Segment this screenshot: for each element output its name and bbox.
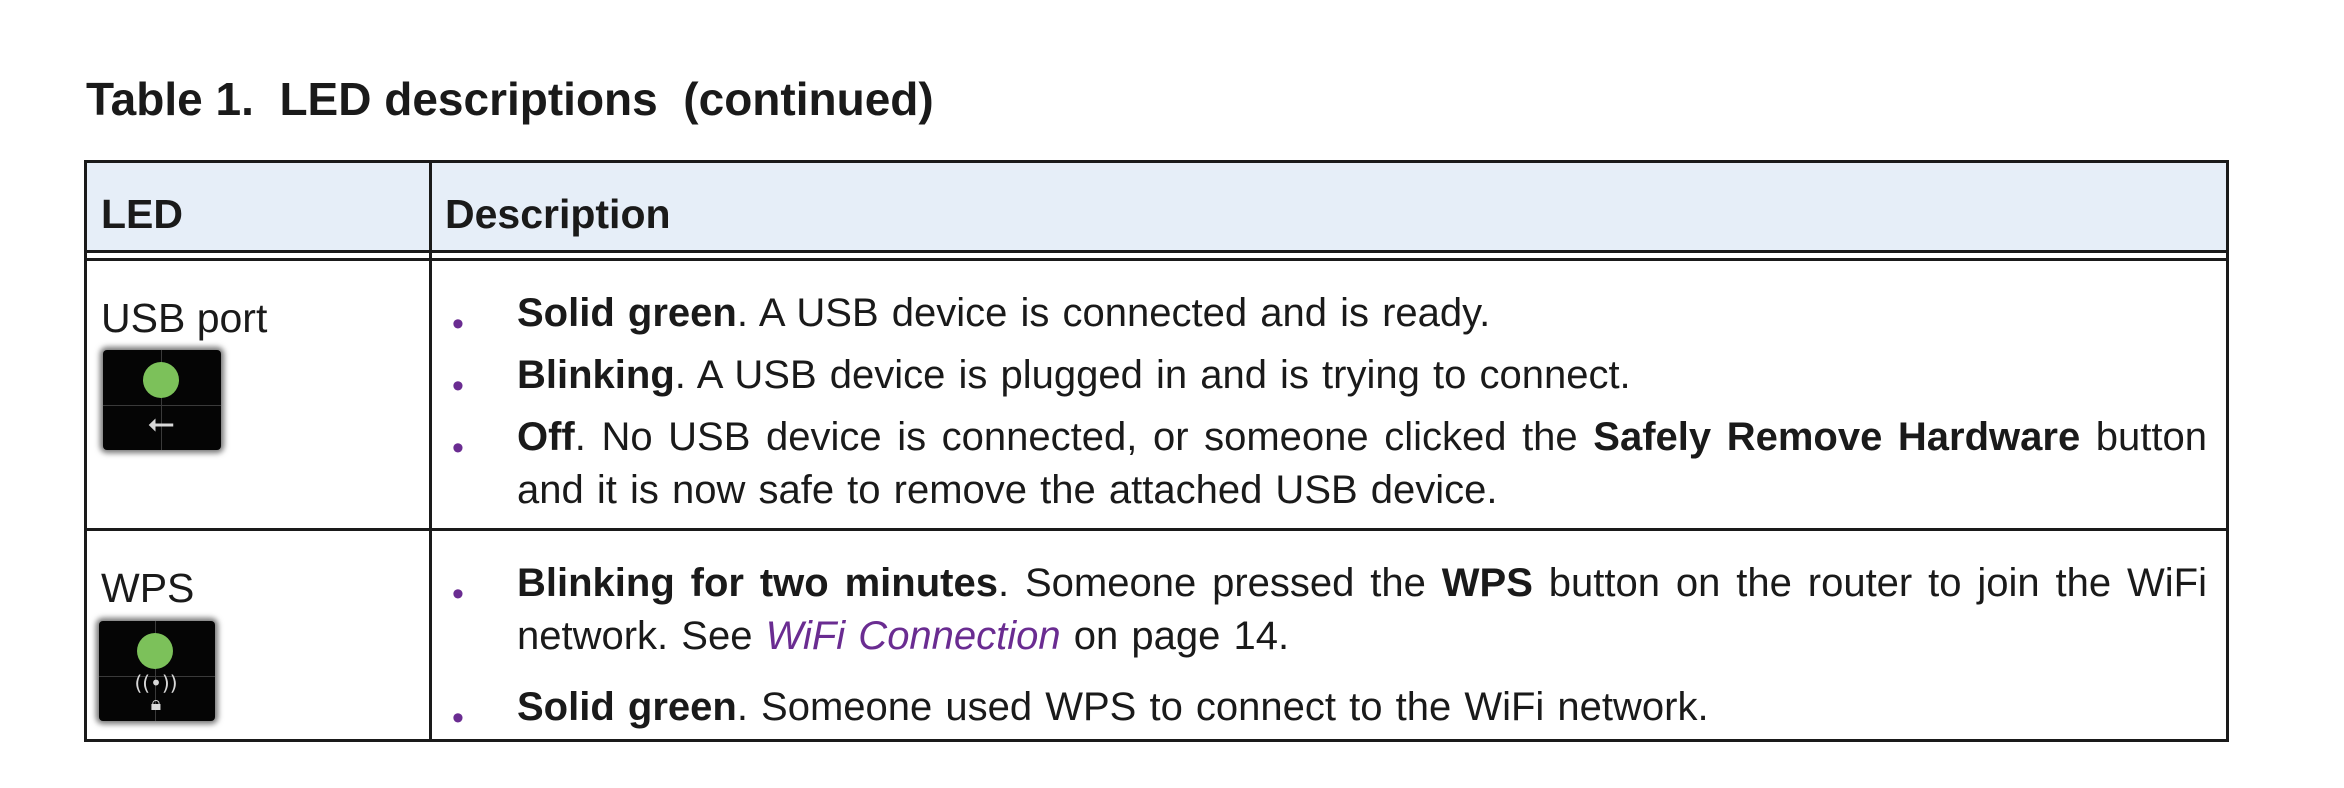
list-item: Blinking. A USB device is plugged in and… — [517, 349, 2207, 402]
wps-lock-icon: ((•)) 🔒︎ — [134, 671, 178, 715]
caption-prefix: Table 1. — [86, 73, 254, 125]
emphasis-text: Safely Remove Hardware — [1593, 415, 2081, 459]
caption-title: LED descriptions — [279, 73, 658, 125]
column-divider — [429, 163, 432, 739]
wps-led-light — [137, 633, 173, 669]
bullet-icon: • — [452, 305, 464, 343]
list-item: Blinking for two minutes. Someone presse… — [517, 557, 2207, 663]
list-item: Solid green. Someone used WPS to connect… — [517, 681, 2207, 734]
bullet-icon: • — [452, 429, 464, 467]
led-name-wps: WPS — [101, 565, 195, 611]
bullet-icon: • — [452, 367, 464, 405]
bullet-icon: • — [452, 699, 464, 737]
wifi-connection-link[interactable]: WiFi Connection — [766, 614, 1061, 658]
led-descriptions-table: LED Description USB port ⭠ • Solid green… — [84, 160, 2229, 742]
list-item: Solid green. A USB device is connected a… — [517, 287, 2207, 340]
row-divider — [87, 528, 2226, 531]
state-text: . Someone pressed the — [997, 561, 1442, 605]
header-description: Description — [445, 191, 671, 237]
state-label: Off — [517, 415, 575, 459]
state-text: . A USB device is connected and is ready… — [736, 291, 1491, 335]
state-text: . A USB device is plugged in and is tryi… — [674, 353, 1631, 397]
state-label: Blinking — [517, 353, 675, 397]
table-caption: Table 1. LED descriptions (continued) — [86, 72, 934, 126]
state-label: Solid green — [517, 685, 737, 729]
bullet-icon: • — [452, 575, 464, 613]
state-text: . Someone used WPS to connect to the WiF… — [736, 685, 1709, 729]
state-label: Blinking for two minutes — [517, 561, 998, 605]
led-name-usb-port: USB port — [101, 295, 268, 341]
state-label: Solid green — [517, 291, 737, 335]
emphasis-text: WPS — [1441, 561, 1533, 605]
wps-led-panel: ((•)) 🔒︎ — [99, 621, 215, 721]
list-item: Off. No USB device is connected, or some… — [517, 411, 2207, 517]
usb-led-light — [143, 362, 179, 398]
header-divider — [87, 253, 2226, 261]
state-text: . No USB device is connected, or someone… — [574, 415, 1594, 459]
state-text: on page 14. — [1060, 614, 1290, 658]
usb-icon: ⭠ — [147, 403, 175, 443]
table-header — [87, 163, 2226, 253]
usb-led-panel: ⭠ — [103, 350, 221, 450]
caption-suffix: (continued) — [683, 73, 934, 125]
header-led: LED — [101, 191, 183, 237]
